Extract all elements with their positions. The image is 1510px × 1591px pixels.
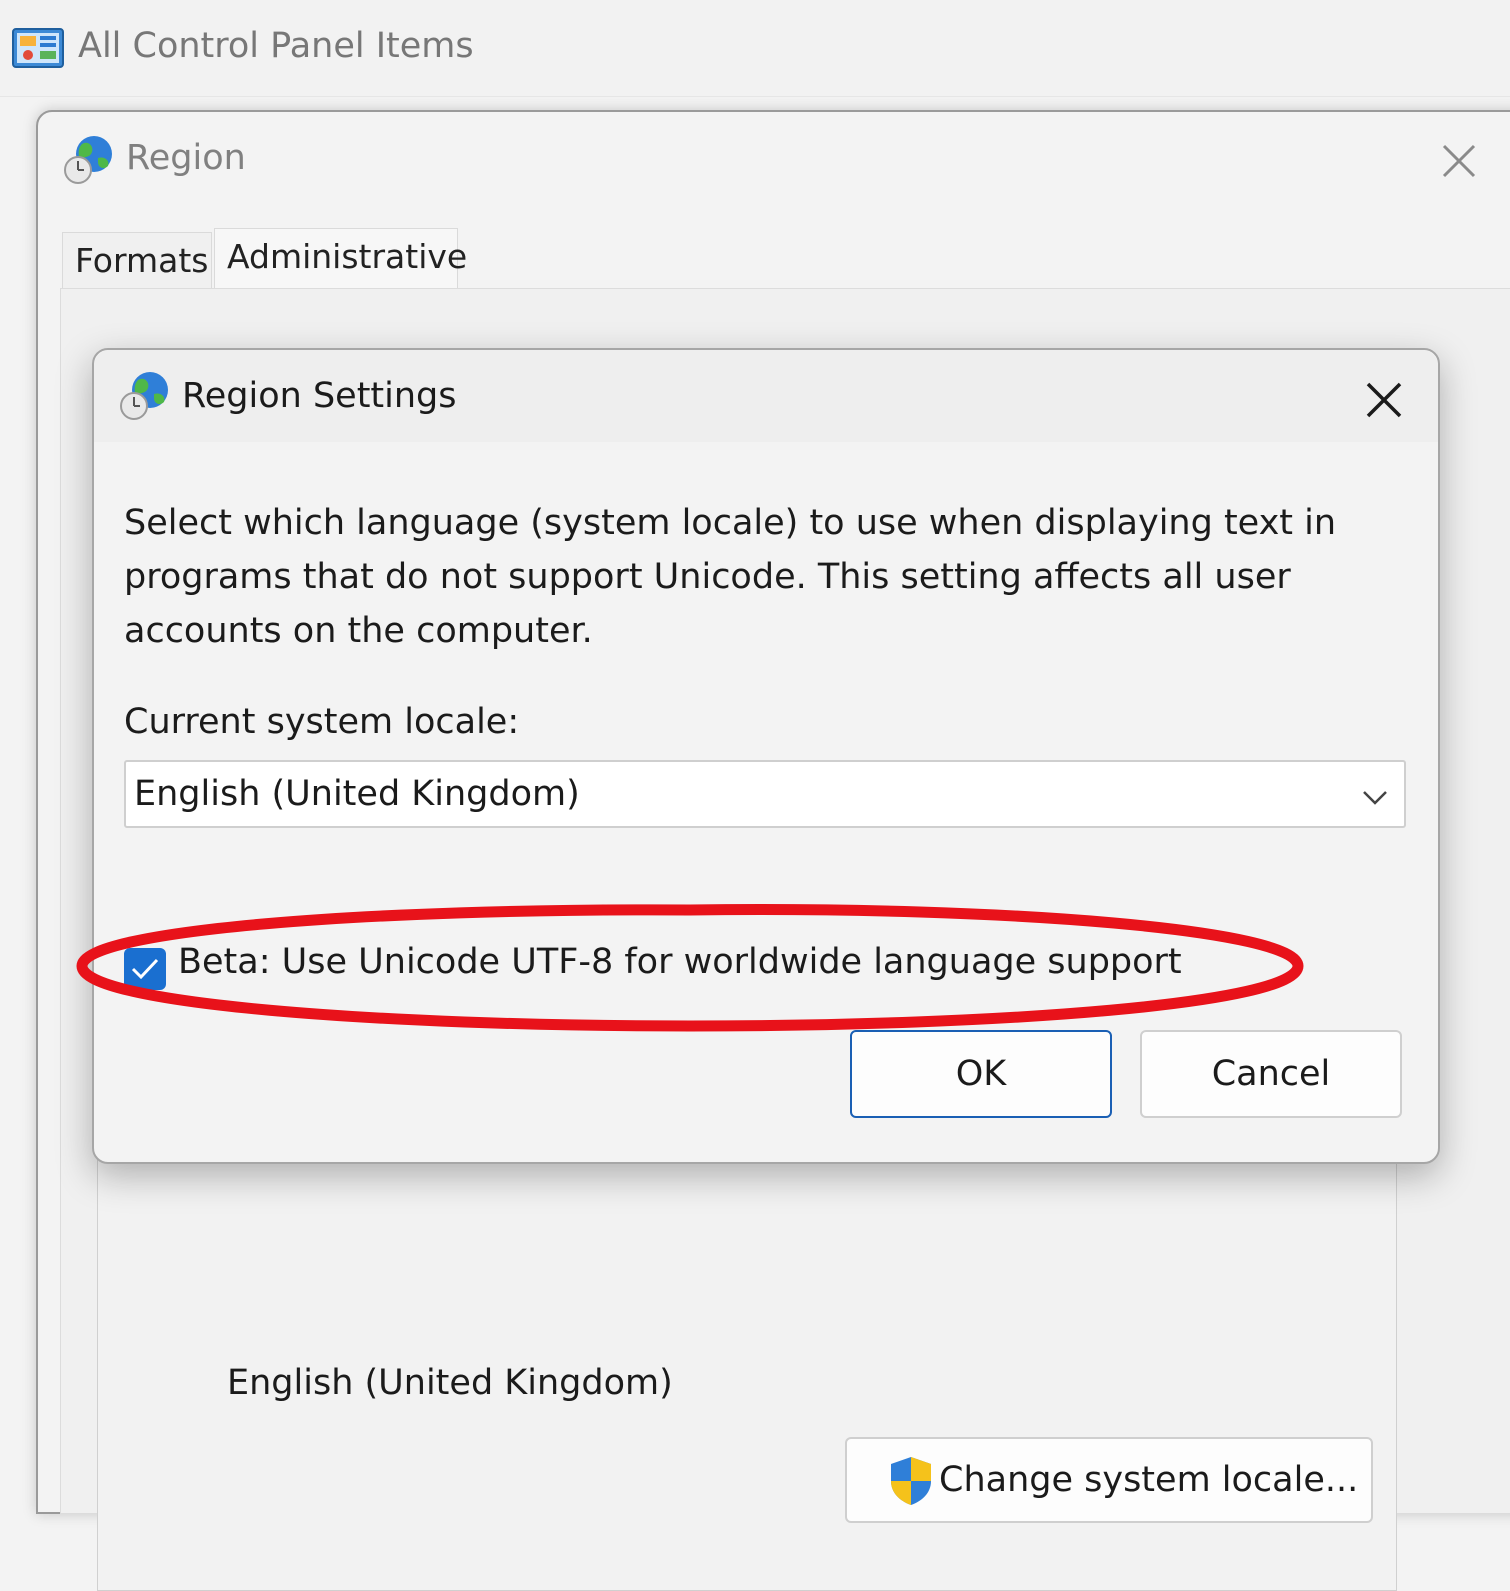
change-system-locale-label: Change system locale...: [939, 1460, 1359, 1500]
system-locale-selected-value: English (United Kingdom): [134, 774, 580, 814]
globe-clock-icon: [64, 136, 112, 184]
change-system-locale-button[interactable]: Change system locale...: [845, 1437, 1373, 1523]
tab-administrative[interactable]: Administrative: [214, 228, 467, 290]
system-locale-dropdown[interactable]: English (United Kingdom): [124, 760, 1406, 828]
utf8-checkbox[interactable]: [124, 948, 166, 990]
cancel-button[interactable]: Cancel: [1140, 1030, 1402, 1118]
region-window-title: Region: [126, 138, 246, 178]
region-settings-title: Region Settings: [182, 376, 457, 416]
control-panel-title: All Control Panel Items: [78, 26, 474, 66]
close-icon[interactable]: [1356, 372, 1412, 428]
uac-shield-icon: [891, 1457, 931, 1505]
ok-button[interactable]: OK: [850, 1030, 1112, 1118]
chevron-down-icon: [1363, 791, 1387, 805]
control-panel-titlebar: All Control Panel Items: [0, 0, 1510, 97]
system-locale-description: Select which language (system locale) to…: [124, 503, 1337, 651]
current-locale-text: English (United Kingdom): [227, 1363, 673, 1403]
current-system-locale-label: Current system locale:: [124, 702, 520, 742]
tab-formats[interactable]: Formats: [62, 232, 212, 290]
globe-clock-icon: [120, 372, 168, 420]
region-settings-dialog: Region Settings Select which language (s…: [92, 348, 1440, 1164]
utf8-checkbox-label[interactable]: Beta: Use Unicode UTF-8 for worldwide la…: [178, 942, 1182, 982]
close-icon[interactable]: [1432, 134, 1486, 188]
checkmark-icon: [131, 958, 159, 980]
region-settings-titlebar: Region Settings: [94, 350, 1438, 442]
control-panel-icon: [12, 28, 64, 68]
